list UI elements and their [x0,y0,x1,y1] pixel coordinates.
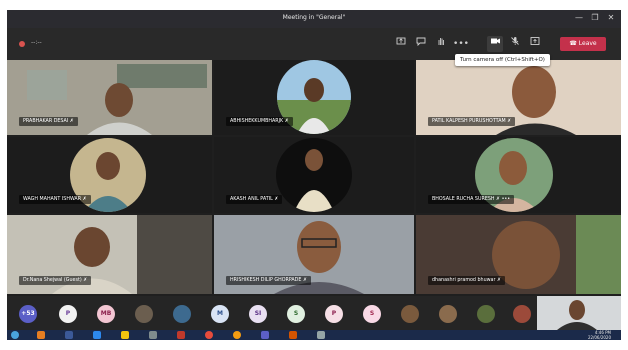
roster-avatar[interactable] [513,305,531,323]
mic-muted-icon: ✗ [284,119,289,124]
participant-name: HRISHIKESH DILIP GHORPADE ✗ [226,276,311,285]
participant-tile[interactable]: ABHISHEKKUMBHARJK ✗ [214,60,414,135]
roster-avatar[interactable] [401,305,419,323]
microphone-toggle-button[interactable] [507,36,523,52]
participant-tile[interactable]: PATIL KALPESH PURUSHOTTAM ✗ [416,60,621,135]
mic-muted-icon: ✗ [274,197,279,202]
roster-avatar[interactable] [173,305,191,323]
mic-muted-icon: ✗ [302,278,307,283]
more-actions-button[interactable]: ••• [453,36,469,52]
browser-icon[interactable] [37,331,45,339]
chat-button[interactable] [413,36,429,52]
app-icon[interactable] [289,331,297,339]
windows-taskbar: 4:46 PM 22/06/2020 [7,330,621,340]
edge-icon[interactable] [93,331,101,339]
window-title: Meeting in "General" [282,14,346,21]
participant-name: BHOSALE RUCHA SURESH ✗ ••• [428,195,515,204]
teams-icon[interactable] [261,331,269,339]
title-bar: Meeting in "General" — ❐ ✕ [7,10,621,28]
meeting-timer: --:-- [31,39,42,46]
mic-muted-icon: ✗ [69,119,74,124]
leave-label: Leave [578,40,597,47]
chat-icon [416,37,426,47]
minimize-icon[interactable]: — [573,13,585,22]
roster-avatar[interactable]: P [325,305,343,323]
raise-hand-button[interactable] [433,36,449,52]
participant-name: ABHISHEKKUMBHARJK ✗ [226,117,293,126]
roster-avatar[interactable]: S [287,305,305,323]
participant-tile[interactable]: BHOSALE RUCHA SURESH ✗ ••• [416,137,621,213]
roster-avatar[interactable]: MB [97,305,115,323]
camera-icon [490,38,500,44]
participant-name: PRABHAKAR DESAI ✗ [19,117,78,126]
close-icon[interactable]: ✕ [605,13,617,22]
maximize-icon[interactable]: ❐ [589,13,601,22]
start-icon[interactable] [11,331,19,339]
file-explorer-icon[interactable] [121,331,129,339]
camera-toggle-button[interactable] [487,36,503,52]
participant-name: PATIL KALPESH PURUSHOTTAM ✗ [428,117,516,126]
microphone-muted-icon [511,37,519,45]
participant-tile[interactable]: HRISHIKESH DILIP GHORPADE ✗ [214,215,414,294]
mic-muted-icon: ✗ [497,278,502,283]
system-clock[interactable]: 4:46 PM 22/06/2020 [588,330,611,340]
roster-avatar[interactable] [477,305,495,323]
roster-avatar[interactable]: M [211,305,229,323]
mic-muted-icon: ✗ [83,278,88,283]
powerpoint-icon[interactable] [177,331,185,339]
participant-roster: +53 P MB M SI S P S [7,296,621,330]
roster-avatar[interactable]: SI [249,305,267,323]
camera-tooltip: Turn camera off (Ctrl+Shift+O) [455,54,550,66]
opera-icon[interactable] [205,331,213,339]
participant-name: AKASH ANIL PATIL ✗ [226,195,283,204]
mic-muted-icon: ✗ [82,197,87,202]
roster-avatar[interactable]: S [363,305,381,323]
participant-tile[interactable]: AKASH ANIL PATIL ✗ [214,137,414,213]
roster-avatar[interactable] [439,305,457,323]
media-player-icon[interactable] [65,331,73,339]
mic-muted-icon: ✗ [507,119,512,124]
share-tray-button[interactable] [393,36,409,52]
participant-video [276,138,352,212]
participant-name: WAGH MAHANT ISHWAR ✗ [19,195,91,204]
roster-avatar[interactable] [135,305,153,323]
self-view-video[interactable] [537,296,621,330]
participant-name: dhanashri pramod bhuwar ✗ [428,276,506,285]
participant-name: Dr.Nana Shejwal (Guest) ✗ [19,276,92,285]
self-video-feed [537,296,621,330]
app-icon[interactable] [149,331,157,339]
mic-muted-icon: ✗ ••• [496,197,511,202]
participant-tile[interactable]: WAGH MAHANT ISHWAR ✗ [7,137,212,213]
leave-button[interactable]: ☎ Leave [560,37,606,51]
teams-meeting-window: Meeting in "General" — ❐ ✕ --:-- ••• ☎ L… [7,10,621,340]
recording-indicator-icon [19,41,25,47]
app-icon[interactable] [317,331,325,339]
roster-avatar[interactable]: P [59,305,77,323]
chrome-icon[interactable] [233,331,241,339]
share-icon [396,37,406,45]
phone-hangup-icon: ☎ [569,40,579,47]
share-screen-icon [530,37,540,45]
hand-icon [438,38,444,45]
participant-tile[interactable]: PRABHAKAR DESAI ✗ [7,60,212,135]
participant-tile[interactable]: Dr.Nana Shejwal (Guest) ✗ [7,215,212,294]
share-screen-button[interactable] [527,36,543,52]
participant-tile[interactable]: dhanashri pramod bhuwar ✗ [416,215,621,294]
more-participants-chip[interactable]: +53 [19,305,37,323]
